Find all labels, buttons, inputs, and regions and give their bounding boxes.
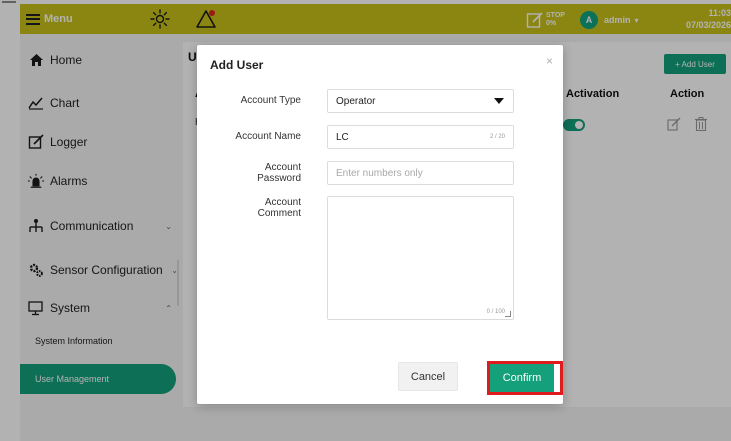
account-password-label-line2: Password: [257, 173, 301, 184]
account-comment-counter: 0 / 100: [486, 309, 505, 315]
caret-down-icon: [494, 98, 504, 104]
account-password-label-line1: Account: [264, 162, 301, 173]
account-comment-label-line1: Account: [264, 197, 301, 208]
account-password-input[interactable]: Enter numbers only: [327, 161, 514, 185]
account-type-select[interactable]: Operator: [327, 89, 514, 113]
account-name-value: LC: [336, 131, 349, 143]
confirm-highlight: Confirm: [487, 361, 563, 395]
app-window: Menu STOP 0% A admin ▾ 11:03 07/03/2026 …: [0, 0, 731, 441]
account-comment-label: Account Comment: [258, 197, 301, 219]
close-icon[interactable]: ×: [546, 54, 553, 68]
cancel-button[interactable]: Cancel: [398, 362, 458, 391]
account-name-input[interactable]: LC 2 / 20: [327, 125, 514, 149]
resize-handle-icon[interactable]: [505, 311, 511, 317]
account-comment-textarea[interactable]: 0 / 100: [327, 196, 514, 320]
account-password-label: Account Password: [257, 162, 301, 184]
account-comment-label-line2: Comment: [257, 208, 301, 219]
confirm-button[interactable]: Confirm: [490, 364, 554, 392]
add-user-dialog: Add User × Account Type Operator Account…: [197, 45, 563, 404]
account-type-value: Operator: [336, 95, 376, 107]
account-type-label: Account Type: [240, 95, 301, 106]
account-password-placeholder: Enter numbers only: [336, 167, 423, 179]
dialog-title: Add User: [210, 58, 264, 72]
account-name-counter: 2 / 20: [489, 134, 505, 140]
account-name-label: Account Name: [235, 131, 301, 142]
